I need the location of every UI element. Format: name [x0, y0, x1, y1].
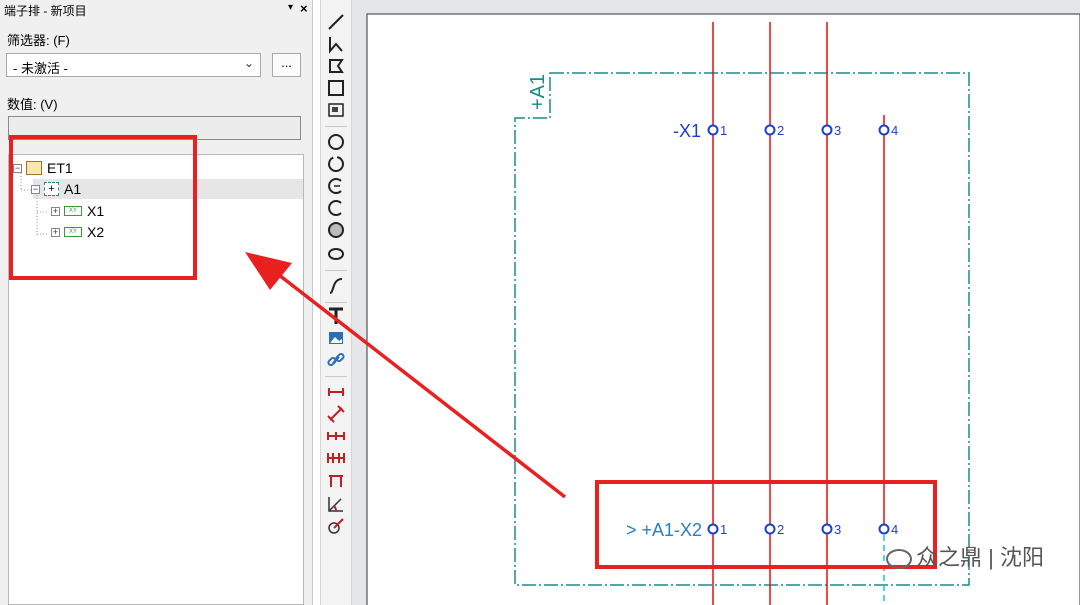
schematic-drawing: 1 2 3 4 1 2 3 4 +A1 -X1 > +A1-X2	[366, 13, 1080, 605]
filter-label: 筛选器: (F)	[7, 33, 70, 48]
close-icon[interactable]: ×	[300, 1, 308, 16]
filter-select-value: - 未激活 -	[13, 61, 68, 76]
terminal-strip-icon	[26, 161, 42, 175]
x2-terminal-number: 4	[891, 522, 898, 537]
tree-node-label: X1	[87, 203, 105, 219]
tree-node-x1[interactable]: + XY X1	[51, 201, 104, 221]
sector-icon[interactable]	[326, 220, 346, 240]
x2-terminal-4	[878, 523, 890, 535]
ellipse-icon[interactable]	[326, 244, 346, 264]
x1-terminal-2	[764, 124, 776, 136]
wechat-icon	[886, 549, 913, 570]
dimension-incremental-icon[interactable]	[326, 470, 346, 490]
dimension-continuous-icon[interactable]	[326, 426, 346, 446]
x2-terminal-number: 3	[834, 522, 841, 537]
x2-terminal-2	[764, 523, 776, 535]
watermark-text: 众之鼎 | 沈阳	[916, 545, 1044, 570]
tree-node-label: ET1	[47, 160, 73, 176]
panel-menu-icon[interactable]: ▾	[288, 2, 293, 13]
value-field[interactable]	[8, 116, 301, 140]
polygon-icon[interactable]	[326, 56, 346, 76]
x1-terminal-3	[821, 124, 833, 136]
text-icon[interactable]	[326, 306, 346, 326]
x1-terminal-number: 3	[834, 123, 841, 138]
x1-terminal-1	[707, 124, 719, 136]
expand-icon[interactable]: +	[51, 206, 60, 216]
tree-node-et1[interactable]: − ET1	[13, 158, 73, 178]
dimension-linear-icon[interactable]	[326, 382, 346, 402]
collapse-icon[interactable]: −	[31, 184, 40, 194]
rectangle-icon[interactable]	[326, 78, 346, 98]
strip-reference-label: > +A1-X2	[626, 520, 702, 540]
strip-label-x1: -X1	[673, 121, 701, 141]
hyperlink-icon[interactable]	[326, 350, 346, 370]
terminal-strip-panel: 端子排 - 新项目 ▾ × 筛选器: (F) - 未激活 - ⌄ ... 数值:…	[0, 0, 313, 605]
x1-terminal-number: 2	[777, 123, 784, 138]
tree-node-a1[interactable]: − + A1	[31, 179, 81, 199]
dimension-aligned-icon[interactable]	[326, 404, 346, 424]
x2-terminal-1	[707, 523, 719, 535]
terminal-strip-tag-icon: XY	[64, 206, 82, 216]
tree-node-label: A1	[64, 181, 82, 197]
rounded-rectangle-icon[interactable]	[326, 100, 346, 120]
location-label: +A1	[527, 74, 549, 110]
polyline-icon[interactable]	[326, 34, 346, 54]
terminal-strip-tree: − ET1 − + A1 + XY X1 + XY X2	[8, 154, 304, 605]
x2-terminal-number: 1	[720, 522, 727, 537]
circle-3point-icon[interactable]	[326, 154, 346, 174]
collapse-icon[interactable]: −	[13, 163, 22, 173]
image-icon[interactable]	[326, 328, 346, 348]
x2-terminal-number: 2	[777, 522, 784, 537]
arc-icon[interactable]	[326, 176, 346, 196]
spline-icon[interactable]	[326, 276, 346, 296]
arc-3point-icon[interactable]	[326, 198, 346, 218]
dimension-angle-icon[interactable]	[326, 494, 346, 514]
filter-select[interactable]: - 未激活 - ⌄	[6, 53, 261, 77]
value-label: 数值: (V)	[7, 97, 58, 112]
x2-terminal-3	[821, 523, 833, 535]
location-icon: +	[44, 182, 59, 196]
drawing-canvas[interactable]: 1 2 3 4 1 2 3 4 +A1 -X1 > +A1-X2 众之鼎 | 沈阳	[352, 0, 1080, 605]
dimension-radius-icon[interactable]	[326, 516, 346, 536]
filter-more-button[interactable]: ...	[272, 53, 301, 77]
x1-terminal-number: 1	[720, 123, 727, 138]
chevron-down-icon: ⌄	[243, 56, 254, 70]
circle-icon[interactable]	[326, 132, 346, 152]
panel-title: 端子排 - 新项目	[4, 4, 87, 18]
tree-node-label: X2	[87, 224, 105, 240]
dimension-baseline-icon[interactable]	[326, 448, 346, 468]
drawing-toolbar	[320, 0, 352, 605]
expand-icon[interactable]: +	[51, 227, 60, 237]
watermark: 众之鼎 | 沈阳	[886, 540, 1044, 572]
tree-node-x2[interactable]: + XY X2	[51, 222, 104, 242]
x1-terminal-4	[878, 124, 890, 136]
terminal-strip-tag-icon: XY	[64, 227, 82, 237]
drawing-sheet	[366, 13, 1080, 605]
line-icon[interactable]	[326, 12, 346, 32]
x1-terminal-number: 4	[891, 123, 898, 138]
